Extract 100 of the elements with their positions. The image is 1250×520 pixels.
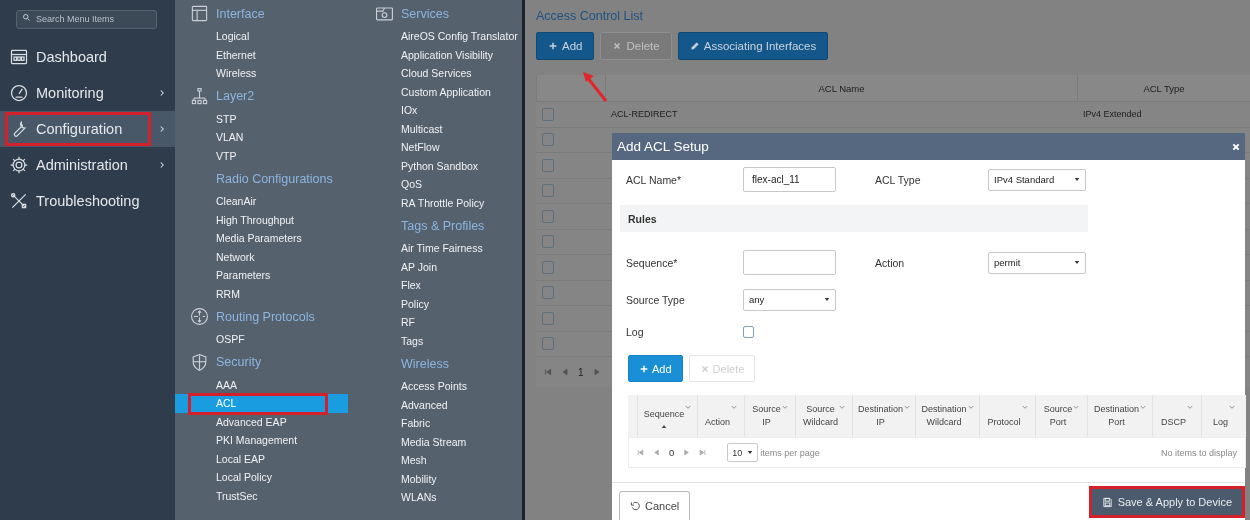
- sidebar-item[interactable]: Troubleshooting: [0, 183, 175, 219]
- column-header[interactable]: Sequence: [637, 395, 697, 437]
- row-checkbox[interactable]: [542, 133, 554, 147]
- chevron-down-icon[interactable]: [1229, 405, 1235, 410]
- menu-item[interactable]: IOx: [360, 101, 420, 120]
- row-checkbox[interactable]: [542, 311, 554, 325]
- menu-item[interactable]: Custom Application: [360, 82, 493, 101]
- column-header[interactable]: Source IP: [744, 395, 795, 437]
- sequence-field[interactable]: [743, 250, 836, 275]
- menu-item[interactable]: OSPF: [175, 330, 348, 349]
- menu-item[interactable]: Fabric: [360, 414, 433, 433]
- menu-item[interactable]: Advanced: [360, 395, 450, 414]
- menu-item[interactable]: Local EAP: [175, 449, 348, 468]
- menu-item[interactable]: Flex: [360, 276, 423, 295]
- chevron-down-icon[interactable]: [731, 405, 737, 410]
- menu-item[interactable]: WLANs: [360, 488, 439, 507]
- column-header[interactable]: Source Wildcard: [795, 395, 852, 437]
- column-header[interactable]: Log: [1201, 395, 1246, 437]
- chevron-down-icon[interactable]: [1073, 405, 1080, 410]
- column-header[interactable]: Action: [697, 395, 744, 437]
- menu-item[interactable]: ACL: [175, 394, 348, 413]
- menu-item[interactable]: TrustSec: [175, 486, 348, 505]
- next-page-icon[interactable]: [592, 368, 601, 376]
- chevron-down-icon[interactable]: [1140, 405, 1146, 410]
- menu-item[interactable]: Python Sandbox: [360, 156, 481, 175]
- menu-item[interactable]: RRM: [175, 284, 348, 303]
- sidebar-item[interactable]: Administration: [0, 147, 175, 183]
- menu-item[interactable]: Cloud Services: [360, 64, 474, 83]
- menu-item[interactable]: Mesh: [360, 451, 429, 470]
- search-field[interactable]: Search Menu Items: [16, 9, 157, 29]
- column-header[interactable]: ACL Name: [605, 75, 1077, 101]
- menu-item[interactable]: AP Join: [360, 257, 439, 276]
- menu-item[interactable]: Logical: [175, 27, 348, 46]
- log-checkbox[interactable]: [743, 326, 754, 338]
- menu-item[interactable]: Local Policy: [175, 468, 348, 487]
- cancel-button[interactable]: Cancel: [619, 491, 691, 520]
- row-checkbox[interactable]: [542, 235, 554, 249]
- column-header[interactable]: Source Port: [1035, 395, 1087, 437]
- menu-item[interactable]: RF: [360, 313, 417, 332]
- first-page-icon[interactable]: [544, 368, 552, 376]
- menu-item[interactable]: Mobility: [360, 469, 439, 488]
- chevron-down-icon[interactable]: [967, 405, 974, 410]
- add-button[interactable]: Add: [536, 32, 595, 60]
- acl-type-dropdown[interactable]: IPv4 Standard: [988, 168, 1086, 191]
- chevron-down-icon[interactable]: [685, 405, 692, 410]
- sidebar-item[interactable]: Monitoring: [0, 75, 175, 111]
- menu-item[interactable]: AAA: [175, 375, 348, 394]
- menu-item[interactable]: STP: [175, 109, 348, 128]
- row-checkbox[interactable]: [542, 184, 554, 198]
- chevron-down-icon[interactable]: [1021, 405, 1028, 410]
- chevron-down-icon[interactable]: [904, 405, 910, 410]
- menu-item[interactable]: CleanAir: [175, 192, 348, 211]
- sidebar-item[interactable]: Dashboard: [0, 39, 175, 75]
- menu-item[interactable]: RA Throttle Policy: [360, 193, 487, 212]
- menu-item[interactable]: Application Visibility: [360, 45, 496, 64]
- page-size-dropdown[interactable]: 10: [727, 443, 759, 462]
- chevron-down-icon[interactable]: [839, 405, 845, 410]
- column-header[interactable]: Destination Wildcard: [915, 395, 979, 437]
- menu-item[interactable]: High Throughput: [175, 210, 348, 229]
- menu-item[interactable]: Wireless: [175, 64, 348, 83]
- row-checkbox[interactable]: [542, 337, 554, 351]
- row-checkbox[interactable]: [542, 158, 554, 172]
- column-header[interactable]: DSCP: [1152, 395, 1201, 437]
- menu-item[interactable]: Multicast: [360, 119, 445, 138]
- column-header[interactable]: ACL Type: [1077, 75, 1250, 101]
- menu-item[interactable]: Policy: [360, 294, 431, 313]
- row-checkbox[interactable]: [542, 286, 554, 300]
- menu-item[interactable]: Media Parameters: [175, 229, 348, 248]
- row-checkbox[interactable]: [542, 260, 554, 274]
- menu-item[interactable]: AireOS Config Translator: [360, 27, 520, 46]
- column-header[interactable]: Protocol: [979, 395, 1035, 437]
- first-page-icon[interactable]: [637, 449, 644, 456]
- menu-item[interactable]: VLAN: [175, 128, 348, 147]
- row-checkbox[interactable]: [542, 209, 554, 223]
- column-header[interactable]: Destination IP: [852, 395, 915, 437]
- sidebar-item[interactable]: Configuration: [0, 111, 175, 147]
- add-button[interactable]: Add: [628, 355, 683, 382]
- save-button[interactable]: Save & Apply to Device: [1091, 489, 1242, 515]
- menu-item[interactable]: Advanced EAP: [175, 412, 348, 431]
- menu-item[interactable]: NetFlow: [360, 138, 442, 157]
- previous-page-icon[interactable]: [653, 449, 660, 456]
- next-page-icon[interactable]: [683, 449, 691, 456]
- action-dropdown[interactable]: permit: [988, 251, 1086, 274]
- acl-name-field[interactable]: flex-acl_11: [743, 167, 836, 192]
- menu-item[interactable]: Access Points: [360, 377, 469, 396]
- menu-item[interactable]: Ethernet: [175, 45, 348, 64]
- menu-item[interactable]: Air Time Fairness: [360, 239, 485, 258]
- row-checkbox[interactable]: [542, 107, 554, 121]
- menu-item[interactable]: Parameters: [175, 266, 348, 285]
- menu-item[interactable]: Network: [175, 247, 348, 266]
- menu-item[interactable]: QoS: [360, 175, 424, 194]
- edit-button[interactable]: Associating Interfaces: [677, 32, 829, 60]
- chevron-down-icon[interactable]: [1187, 405, 1193, 410]
- menu-item[interactable]: Media Stream: [360, 432, 469, 451]
- previous-page-icon[interactable]: [561, 368, 569, 376]
- column-header[interactable]: Destination Port: [1087, 395, 1152, 437]
- menu-item[interactable]: Tags: [360, 331, 426, 350]
- menu-item[interactable]: PKI Management: [175, 431, 348, 450]
- close-icon[interactable]: [1232, 142, 1240, 151]
- chevron-down-icon[interactable]: [781, 405, 788, 410]
